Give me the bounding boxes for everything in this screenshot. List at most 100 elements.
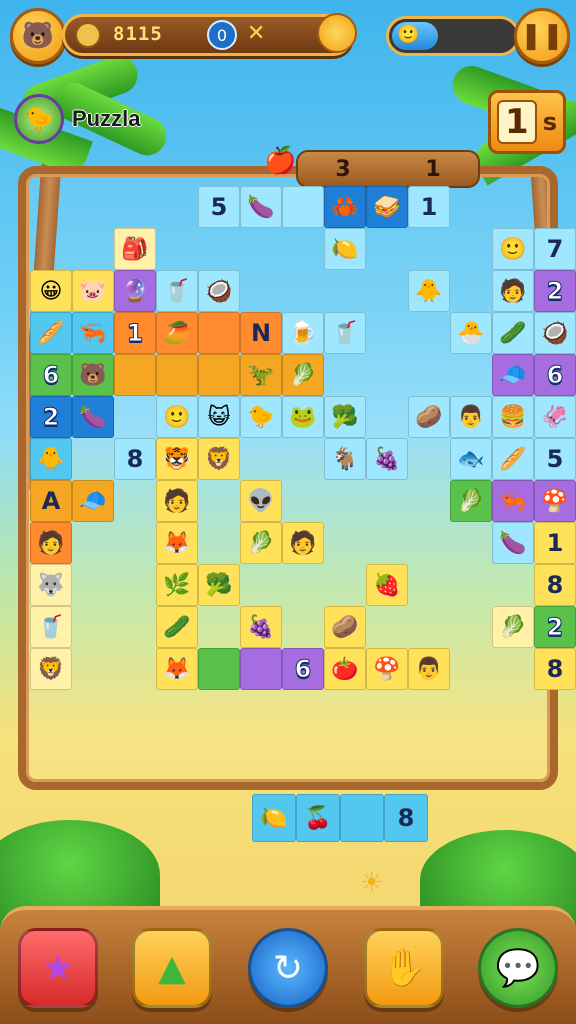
number-tile[interactable]: 6	[282, 648, 324, 690]
letter-tile[interactable]: N	[240, 312, 282, 354]
empty-tile[interactable]	[198, 354, 240, 396]
item-tile[interactable]: 🍄	[366, 648, 408, 690]
item-tile[interactable]: 🦐	[492, 480, 534, 522]
empty-tile[interactable]	[114, 354, 156, 396]
item-tile[interactable]: 🍅	[324, 648, 366, 690]
empty-tile[interactable]	[198, 648, 240, 690]
item-tile[interactable]: 🥖	[492, 438, 534, 480]
item-tile[interactable]: 🥬	[240, 522, 282, 564]
item-tile[interactable]: 🦁	[198, 438, 240, 480]
item-tile[interactable]: 🙂	[156, 396, 198, 438]
item-tile[interactable]: 🙂	[492, 228, 534, 270]
item-tile[interactable]: 👨	[408, 648, 450, 690]
item-tile[interactable]: 🥬	[450, 480, 492, 522]
item-tile[interactable]: 🍔	[492, 396, 534, 438]
item-tile[interactable]: 🐸	[282, 396, 324, 438]
item-tile[interactable]: 🍆	[240, 186, 282, 228]
item-tile[interactable]: 🐥	[408, 270, 450, 312]
item-tile[interactable]: 🥬	[282, 354, 324, 396]
undo-hand-button[interactable]: ✋	[364, 928, 444, 1008]
tree-hint-button[interactable]: ▲	[132, 928, 212, 1008]
number-tile[interactable]: 5	[198, 186, 240, 228]
empty-tile[interactable]	[240, 648, 282, 690]
number-tile[interactable]: 2	[534, 270, 576, 312]
item-tile[interactable]: 🐥	[30, 438, 72, 480]
item-tile[interactable]: 🥥	[534, 312, 576, 354]
tray-empty-tile[interactable]	[340, 794, 384, 842]
item-tile[interactable]: 🦖	[240, 354, 282, 396]
item-tile[interactable]: 🌿	[156, 564, 198, 606]
item-tile[interactable]: 🦀	[324, 186, 366, 228]
number-tile[interactable]: 1	[114, 312, 156, 354]
item-tile[interactable]: 🎒	[114, 228, 156, 270]
item-tile[interactable]: 🥔	[324, 606, 366, 648]
item-tile[interactable]: 😺	[198, 396, 240, 438]
item-tile[interactable]: 🍆	[72, 396, 114, 438]
item-tile[interactable]: 🥒	[156, 606, 198, 648]
item-tile[interactable]: 🐻	[72, 354, 114, 396]
item-tile[interactable]: 🥒	[492, 312, 534, 354]
number-tile[interactable]: 6	[30, 354, 72, 396]
item-tile[interactable]: 🥭	[156, 312, 198, 354]
number-tile[interactable]: 2	[534, 606, 576, 648]
board-grid[interactable]: 5 🍆 🦀 🥪 1 🎒 🍋 🙂 7 😀 🐷 🔮 🥤 🥥 🐥 🧑 2 🥖 🦐 1 🥭 N 🍺 🥤 🐣 🥒 🥥 6 🐻 🦖 🥬 🧢 6 2 🍆 🙂 😺 🐤 🐸 🥦…	[0, 0, 576, 1024]
item-tile[interactable]: 🐺	[30, 564, 72, 606]
number-tile[interactable]: 8	[534, 648, 576, 690]
number-tile[interactable]: 8	[114, 438, 156, 480]
item-tile[interactable]: 🐷	[72, 270, 114, 312]
item-tile[interactable]: 🦐	[72, 312, 114, 354]
item-tile[interactable]: 🐟	[450, 438, 492, 480]
number-tile[interactable]: 2	[30, 396, 72, 438]
item-tile[interactable]: 🦊	[156, 648, 198, 690]
shuffle-button[interactable]: ↻	[248, 928, 328, 1008]
tray-lemon-tile[interactable]: 🍋	[252, 794, 296, 842]
number-tile[interactable]: 7	[534, 228, 576, 270]
item-tile[interactable]: 🧑	[492, 270, 534, 312]
number-tile[interactable]: 1	[408, 186, 450, 228]
number-tile[interactable]: 8	[534, 564, 576, 606]
item-tile[interactable]: 🥖	[30, 312, 72, 354]
item-tile[interactable]: 🍇	[366, 438, 408, 480]
tray-cherry-tile[interactable]: 🍒	[296, 794, 340, 842]
item-tile[interactable]: 🍓	[366, 564, 408, 606]
item-tile[interactable]: 🍋	[324, 228, 366, 270]
item-tile[interactable]: 🧢	[72, 480, 114, 522]
chat-button[interactable]: 💬	[478, 928, 558, 1008]
item-tile[interactable]: 🥦	[198, 564, 240, 606]
item-tile[interactable]: 🦑	[534, 396, 576, 438]
item-tile[interactable]: 🦊	[156, 522, 198, 564]
item-tile[interactable]: 🐣	[450, 312, 492, 354]
empty-tile[interactable]	[198, 312, 240, 354]
item-tile[interactable]: 🍺	[282, 312, 324, 354]
item-tile[interactable]: 🧑	[282, 522, 324, 564]
letter-tile[interactable]: A	[30, 480, 72, 522]
item-tile[interactable]: 🥪	[366, 186, 408, 228]
item-tile[interactable]: 🥔	[408, 396, 450, 438]
tray-number-tile[interactable]: 8	[384, 794, 428, 842]
item-tile[interactable]: 🥦	[324, 396, 366, 438]
item-tile[interactable]: 🍆	[492, 522, 534, 564]
item-tile[interactable]: 👨	[450, 396, 492, 438]
number-tile[interactable]: 6	[534, 354, 576, 396]
item-tile[interactable]: 🧑	[30, 522, 72, 564]
item-tile[interactable]: 🥥	[198, 270, 240, 312]
empty-tile[interactable]	[282, 186, 324, 228]
item-tile[interactable]: 🧑	[156, 480, 198, 522]
empty-tile[interactable]	[156, 354, 198, 396]
item-tile[interactable]: 🥤	[156, 270, 198, 312]
item-tile[interactable]: 🥬	[492, 606, 534, 648]
item-tile[interactable]: 🔮	[114, 270, 156, 312]
item-tile[interactable]: 🐤	[240, 396, 282, 438]
item-tile[interactable]: 🍇	[240, 606, 282, 648]
item-tile[interactable]: 🥤	[324, 312, 366, 354]
item-tile[interactable]: 🧢	[492, 354, 534, 396]
item-tile[interactable]: 🥤	[30, 606, 72, 648]
item-tile[interactable]: 🍄	[534, 480, 576, 522]
item-tile[interactable]: 🐐	[324, 438, 366, 480]
item-tile[interactable]: 👽	[240, 480, 282, 522]
number-tile[interactable]: 1	[534, 522, 576, 564]
item-tile[interactable]: 🐯	[156, 438, 198, 480]
star-power-button[interactable]: ★	[18, 928, 98, 1008]
number-tile[interactable]: 5	[534, 438, 576, 480]
item-tile[interactable]: 🦁	[30, 648, 72, 690]
